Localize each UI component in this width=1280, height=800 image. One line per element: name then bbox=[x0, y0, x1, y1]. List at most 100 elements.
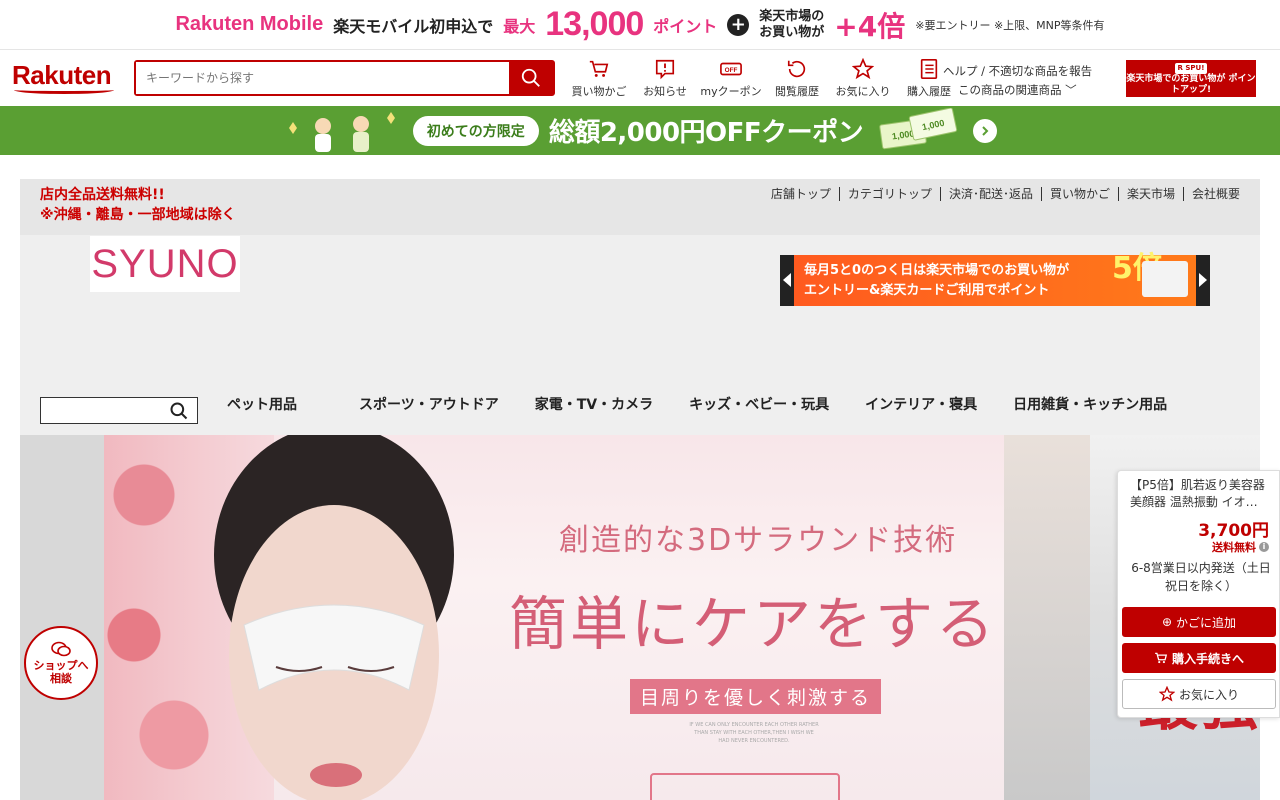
plus-circle-icon: ⊕ bbox=[1161, 615, 1173, 629]
hero-banner[interactable]: 創造的な3Dサラウンド技術 簡単にケアをする 目周りを優しく刺激する IF WE… bbox=[104, 435, 1090, 800]
coupon-text: 総額2,000円OFFクーポン bbox=[548, 118, 864, 148]
shop-search-input[interactable] bbox=[40, 397, 198, 424]
promo-line1: 毎月5と0のつく日は楽天市場でのお買い物が bbox=[804, 263, 1070, 278]
site-header: Rakuten 買い物かご お知らせ OFF myクーポン 閲覧履歴 bbox=[0, 50, 1280, 106]
ichiba-line1: 楽天市場の bbox=[759, 8, 825, 24]
shop-links: 店舗トップ カテゴリトップ 決済･配送･返品 買い物かご 楽天市場 会社概要 bbox=[763, 187, 1240, 201]
shop-link-rakuten[interactable]: 楽天市場 bbox=[1119, 187, 1184, 201]
hero-line2: 簡単にケアをする bbox=[509, 590, 998, 658]
rakuten-card-image bbox=[1142, 261, 1188, 297]
spu-banner[interactable]: R SPU! 楽天市場でのお買い物が ポイントアップ! bbox=[1126, 60, 1256, 97]
shop-link-top[interactable]: 店舗トップ bbox=[763, 187, 840, 201]
add-to-cart-button[interactable]: ⊕ かごに追加 bbox=[1122, 607, 1276, 637]
search-input[interactable] bbox=[136, 62, 509, 94]
shop-link-company[interactable]: 会社概要 bbox=[1184, 187, 1240, 201]
shipping-line1: 店内全品送料無料!! bbox=[40, 187, 165, 203]
promo-next-arrow[interactable] bbox=[1199, 273, 1207, 287]
category-kids[interactable]: キッズ・ベビー・玩具 bbox=[689, 394, 829, 414]
model-face-image bbox=[214, 435, 454, 800]
people-illustration bbox=[283, 108, 403, 153]
shop-chat-button[interactable]: ショップへ 相談 bbox=[24, 626, 98, 700]
promo-max-label: 最大 bbox=[503, 16, 536, 36]
hero-right-image bbox=[1004, 435, 1090, 800]
related-link-label: この商品の関連商品 bbox=[958, 83, 1062, 97]
chat-icon bbox=[51, 641, 71, 657]
category-interior[interactable]: インテリア・寝具 bbox=[865, 394, 977, 414]
category-electronics[interactable]: 家電・TV・カメラ bbox=[535, 394, 653, 414]
search-icon bbox=[521, 68, 540, 87]
checkout-label: 購入手続きへ bbox=[1171, 651, 1244, 666]
free-shipping-badge: 送料無料 i bbox=[1212, 539, 1269, 555]
history-icon bbox=[787, 60, 806, 78]
rakuten-mobile-logo: Rakuten Mobile bbox=[175, 13, 324, 35]
nav-coupon[interactable]: OFF myクーポン bbox=[700, 58, 762, 99]
hero-left-edge bbox=[20, 435, 104, 800]
logo-swoosh bbox=[14, 86, 114, 94]
mobile-promo-banner[interactable]: Rakuten Mobile 楽天モバイル初申込で 最大 13,000 ポイント… bbox=[0, 0, 1280, 50]
point-promo-banner[interactable]: 毎月5と0のつく日は楽天市場でのお買い物が エントリー&楽天カードご利用でポイン… bbox=[780, 254, 1210, 306]
promo-line2: エントリー&楽天カードご利用でポイント bbox=[804, 283, 1050, 298]
favorite-label: お気に入り bbox=[1178, 687, 1239, 702]
shop-link-cart[interactable]: 買い物かご bbox=[1042, 187, 1119, 201]
nav-cart[interactable]: 買い物かご bbox=[568, 58, 630, 99]
category-nav: ペット用品 スポーツ・アウトドア 家電・TV・カメラ キッズ・ベビー・玩具 イン… bbox=[227, 394, 1203, 414]
cart-icon bbox=[589, 60, 609, 77]
free-shipping-label: 送料無料 bbox=[1212, 541, 1256, 554]
svg-text:OFF: OFF bbox=[725, 67, 738, 74]
nav-notifications-label: お知らせ bbox=[643, 85, 687, 98]
favorite-button[interactable]: お気に入り bbox=[1122, 679, 1276, 709]
coupon-banner[interactable]: 初めての方限定 総額2,000円OFFクーポン 1,000 1,000 bbox=[0, 106, 1280, 155]
free-shipping-note: 店内全品送料無料!! ※沖縄・離島・一部地域は除く bbox=[40, 185, 236, 225]
related-link[interactable]: この商品の関連商品 ﹀ bbox=[943, 81, 1092, 100]
promo-prev-arrow[interactable] bbox=[783, 273, 791, 287]
sticky-product-panel: 【P5倍】肌若返り美容器 美顔器 温熱振動 イオ… 3,700円 送料無料 i … bbox=[1117, 470, 1280, 718]
ichiba-line2: お買い物が bbox=[759, 24, 825, 40]
coupon-arrow-button[interactable] bbox=[973, 118, 998, 143]
promo-points: 13,000 bbox=[545, 5, 644, 43]
first-time-pill: 初めての方限定 bbox=[412, 115, 539, 146]
add-to-cart-label: かごに追加 bbox=[1176, 615, 1237, 630]
product-title[interactable]: 【P5倍】肌若返り美容器 美顔器 温熱振動 イオ… bbox=[1130, 477, 1275, 511]
shop-logo[interactable]: SYUNO bbox=[90, 236, 240, 292]
coupon-icon: OFF bbox=[720, 62, 742, 76]
chat-line2: 相談 bbox=[50, 672, 72, 685]
promo-inner: 毎月5と0のつく日は楽天市場でのお買い物が エントリー&楽天カードご利用でポイン… bbox=[794, 254, 1196, 306]
site-search bbox=[134, 60, 555, 96]
cart-icon bbox=[1155, 652, 1168, 664]
search-button[interactable] bbox=[509, 62, 553, 94]
hero-button[interactable] bbox=[650, 773, 840, 800]
purchase-history-icon bbox=[920, 59, 938, 79]
category-kitchen[interactable]: 日用雑貨・キッチン用品 bbox=[1013, 394, 1167, 414]
chat-line1: ショップへ bbox=[33, 659, 89, 672]
bills-illustration: 1,000 1,000 bbox=[873, 107, 963, 153]
spu-tag: R SPU! bbox=[1174, 63, 1208, 74]
shop-link-payment[interactable]: 決済･配送･返品 bbox=[941, 187, 1042, 201]
star-icon bbox=[852, 58, 874, 80]
promo-points-label: ポイント bbox=[653, 16, 718, 36]
promo-ichiba-text: 楽天市場の お買い物が bbox=[759, 9, 824, 41]
nav-history[interactable]: 閲覧履歴 bbox=[766, 58, 828, 99]
notification-icon bbox=[655, 59, 675, 80]
shop-area: 店内全品送料無料!! ※沖縄・離島・一部地域は除く 店舗トップ カテゴリトップ … bbox=[20, 179, 1260, 800]
delivery-info: 6-8営業日以内発送（土日祝日を除く） bbox=[1131, 561, 1271, 593]
checkout-button[interactable]: 購入手続きへ bbox=[1122, 643, 1276, 673]
category-sports[interactable]: スポーツ・アウトドア bbox=[359, 394, 499, 414]
nav-history-label: 閲覧履歴 bbox=[775, 85, 819, 98]
promo-multiplier: +4倍 bbox=[834, 9, 906, 43]
promo-text: 楽天モバイル初申込で bbox=[333, 16, 494, 36]
category-pet[interactable]: ペット用品 bbox=[227, 394, 297, 414]
chevron-right-icon bbox=[982, 125, 989, 136]
shop-link-category[interactable]: カテゴリトップ bbox=[840, 187, 941, 201]
nav-favorites[interactable]: お気に入り bbox=[832, 58, 894, 99]
shipping-line2: ※沖縄・離島・一部地域は除く bbox=[40, 207, 236, 223]
spu-text: 楽天市場でのお買い物が ポイントアップ! bbox=[1126, 74, 1256, 95]
help-link[interactable]: ヘルプ / 不適切な商品を報告 bbox=[943, 64, 1092, 78]
nav-coupon-label: myクーポン bbox=[700, 85, 762, 98]
hero-line3: 目周りを優しく刺激する bbox=[630, 679, 882, 714]
info-icon[interactable]: i bbox=[1259, 542, 1269, 552]
nav-favorites-label: お気に入り bbox=[835, 85, 891, 98]
hero-line1: 創造的な3Dサラウンド技術 bbox=[559, 523, 958, 558]
hero-small-text: IF WE CAN ONLY ENCOUNTER EACH OTHER RATH… bbox=[689, 722, 819, 744]
search-icon[interactable] bbox=[169, 401, 189, 421]
nav-notifications[interactable]: お知らせ bbox=[634, 58, 696, 99]
